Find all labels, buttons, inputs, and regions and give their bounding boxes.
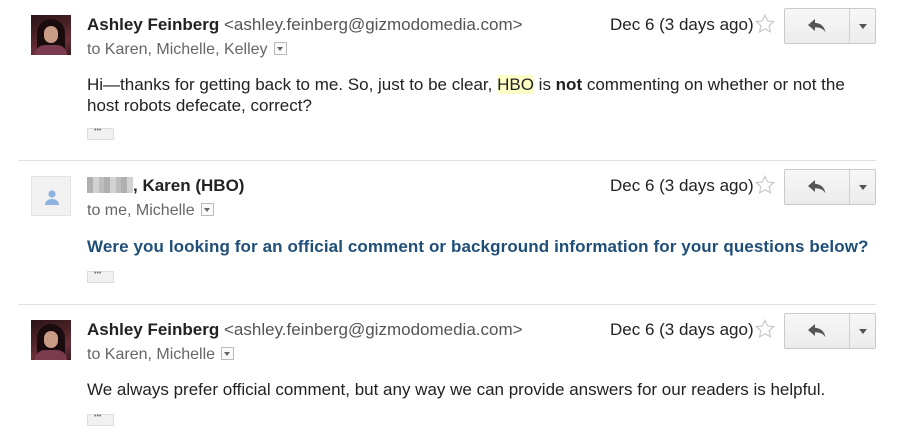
message-date: Dec 6 (3 days ago) — [610, 320, 754, 339]
sender-email: <ashley.feinberg@gizmodomedia.com> — [224, 320, 523, 339]
reply-arrow-icon — [808, 19, 826, 33]
recipients-line: to me, Michelle — [87, 202, 214, 220]
message-body: We always prefer official comment, but a… — [87, 380, 826, 399]
email-message-2: , Karen (HBO) to me, Michelle Dec 6 (3 d… — [0, 161, 900, 304]
dropdown-arrow-icon — [858, 184, 867, 190]
bold-term: not — [555, 75, 583, 94]
more-actions-button[interactable] — [850, 314, 875, 348]
recipients-line: to Karen, Michelle, Kelley — [87, 41, 287, 59]
message-actions — [784, 169, 876, 205]
dropdown-arrow-icon — [858, 328, 867, 334]
reply-button[interactable] — [785, 9, 850, 43]
recipients-text: to me, Michelle — [87, 202, 195, 219]
recipients-text: to Karen, Michelle, Kelley — [87, 41, 268, 58]
recipients-line: to Karen, Michelle — [87, 346, 235, 364]
sender-avatar[interactable] — [31, 15, 71, 55]
show-details-dropdown-icon[interactable] — [221, 347, 235, 360]
star-outline-icon[interactable] — [754, 318, 776, 340]
sender-line: Ashley Feinberg <ashley.feinberg@gizmodo… — [87, 320, 523, 340]
body-text: is — [533, 75, 556, 94]
sender-line: , Karen (HBO) — [87, 176, 244, 196]
message-date: Dec 6 (3 days ago) — [610, 176, 754, 195]
more-actions-button[interactable] — [850, 170, 875, 204]
show-trimmed-content-button[interactable] — [87, 127, 114, 140]
sender-avatar[interactable] — [31, 320, 71, 360]
message-date: Dec 6 (3 days ago) — [610, 15, 754, 34]
star-outline-icon[interactable] — [754, 13, 776, 35]
sender-email: <ashley.feinberg@gizmodomedia.com> — [224, 15, 523, 34]
reply-button[interactable] — [785, 314, 850, 348]
sender-name[interactable]: Ashley Feinberg — [87, 15, 219, 34]
body-text: Hi—thanks for getting back to me. So, ju… — [87, 75, 498, 94]
email-message-1: Ashley Feinberg <ashley.feinberg@gizmodo… — [0, 0, 900, 160]
reply-arrow-icon — [808, 324, 826, 338]
email-message-3: Ashley Feinberg <ashley.feinberg@gizmodo… — [0, 305, 900, 433]
show-details-dropdown-icon[interactable] — [273, 42, 287, 55]
more-actions-button[interactable] — [850, 9, 875, 43]
show-details-dropdown-icon[interactable] — [200, 203, 214, 216]
recipients-text: to Karen, Michelle — [87, 346, 216, 363]
message-actions — [784, 8, 876, 44]
message-body: Were you looking for an official comment… — [87, 237, 869, 256]
sender-name[interactable]: Ashley Feinberg — [87, 320, 219, 339]
reply-button[interactable] — [785, 170, 850, 204]
message-body: Hi—thanks for getting back to me. So, ju… — [87, 74, 877, 116]
sender-name[interactable]: , Karen (HBO) — [133, 176, 244, 195]
message-actions — [784, 313, 876, 349]
show-trimmed-content-button[interactable] — [87, 270, 114, 283]
sender-avatar[interactable] — [31, 176, 71, 216]
redacted-name — [87, 177, 133, 193]
show-trimmed-content-button[interactable] — [87, 413, 114, 426]
person-icon — [45, 190, 59, 205]
star-outline-icon[interactable] — [754, 174, 776, 196]
sender-line: Ashley Feinberg <ashley.feinberg@gizmodo… — [87, 15, 523, 35]
dropdown-arrow-icon — [858, 23, 867, 29]
reply-arrow-icon — [808, 180, 826, 194]
highlighted-term[interactable]: HBO — [497, 75, 534, 94]
